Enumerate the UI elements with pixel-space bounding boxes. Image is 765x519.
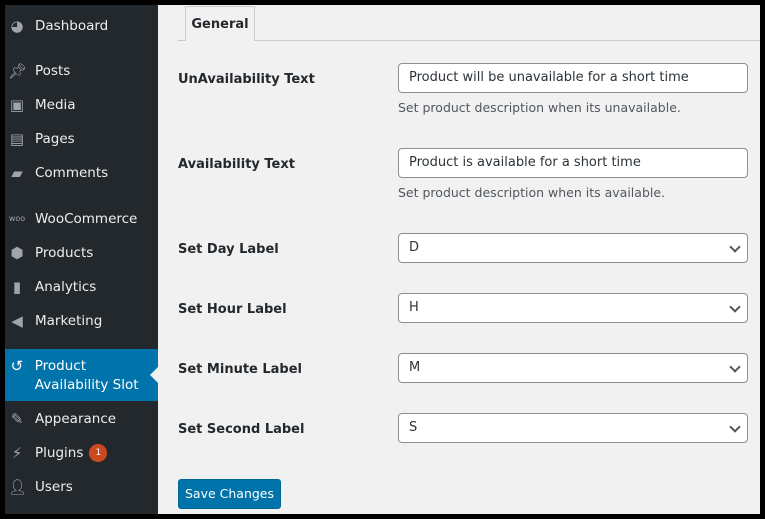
media-icon: ▣ (9, 96, 25, 114)
chevron-down-icon (729, 301, 741, 313)
sidebar-item-media[interactable]: ▣ Media (5, 96, 158, 114)
user-icon: 👤︎ (8, 478, 28, 496)
sidebar-item-product-availability-slot[interactable]: ↺ Product Availability Slot (5, 349, 158, 401)
hour-label-select[interactable]: H (398, 293, 748, 323)
woo-icon: woo (8, 214, 26, 223)
second-label-select[interactable]: S (398, 413, 748, 443)
minute-label-select[interactable]: M (398, 353, 748, 383)
availability-text-label: Availability Text (178, 157, 295, 172)
settings-content: General UnAvailability Text Product will… (158, 5, 760, 514)
sidebar-item-comments[interactable]: ▰ Comments (5, 164, 158, 182)
sidebar-item-analytics[interactable]: ▮ Analytics (5, 278, 158, 296)
dashboard-icon: ◕ (10, 17, 24, 35)
brush-icon: ✎ (10, 410, 24, 428)
chevron-down-icon (729, 421, 741, 433)
sidebar-item-woocommerce[interactable]: woo WooCommerce (5, 210, 158, 228)
sidebar-item-products[interactable]: ⬢ Products (5, 244, 158, 262)
minute-label-label: Set Minute Label (178, 362, 303, 377)
unavailability-text-description: Set product description when its unavail… (398, 100, 681, 115)
second-label-label: Set Second Label (178, 422, 305, 437)
plugin-icon: ⚡ (11, 444, 23, 462)
sidebar-item-appearance[interactable]: ✎ Appearance (5, 410, 158, 428)
update-count-badge: 1 (89, 444, 108, 462)
unavailability-text-input[interactable]: Product will be unavailable for a short … (398, 63, 748, 93)
tab-divider (178, 40, 760, 41)
box-icon: ⬢ (10, 244, 24, 262)
sidebar-item-pages[interactable]: ▤ Pages (5, 130, 158, 148)
bar-chart-icon: ▮ (12, 278, 22, 296)
sidebar-item-dashboard[interactable]: ◕ Dashboard (5, 17, 158, 35)
day-label-select[interactable]: D (398, 233, 748, 263)
sidebar-item-posts[interactable]: 📌︎ Posts (5, 62, 158, 80)
megaphone-icon: ◀ (11, 312, 23, 330)
chevron-down-icon (729, 361, 741, 373)
save-changes-button[interactable]: Save Changes (178, 479, 281, 509)
admin-sidebar: ◕ Dashboard 📌︎ Posts ▣ Media ▤ Pages ▰ Commen… (5, 5, 158, 514)
chevron-down-icon (729, 241, 741, 253)
unavailability-text-label: UnAvailability Text (178, 72, 315, 87)
comment-icon: ▰ (11, 164, 23, 182)
pages-icon: ▤ (9, 130, 25, 148)
sidebar-item-marketing[interactable]: ◀ Marketing (5, 312, 158, 330)
hour-label-label: Set Hour Label (178, 302, 287, 317)
sidebar-item-users[interactable]: 👤︎ Users (5, 478, 158, 496)
availability-text-input[interactable]: Product is available for a short time (398, 148, 748, 178)
history-icon: ↺ (10, 357, 24, 375)
tab-general[interactable]: General (185, 6, 255, 41)
pin-icon: 📌︎ (8, 62, 28, 80)
day-label-label: Set Day Label (178, 242, 279, 257)
sidebar-item-plugins[interactable]: ⚡ Plugins 1 (5, 444, 158, 462)
availability-text-description: Set product description when its availab… (398, 185, 666, 200)
